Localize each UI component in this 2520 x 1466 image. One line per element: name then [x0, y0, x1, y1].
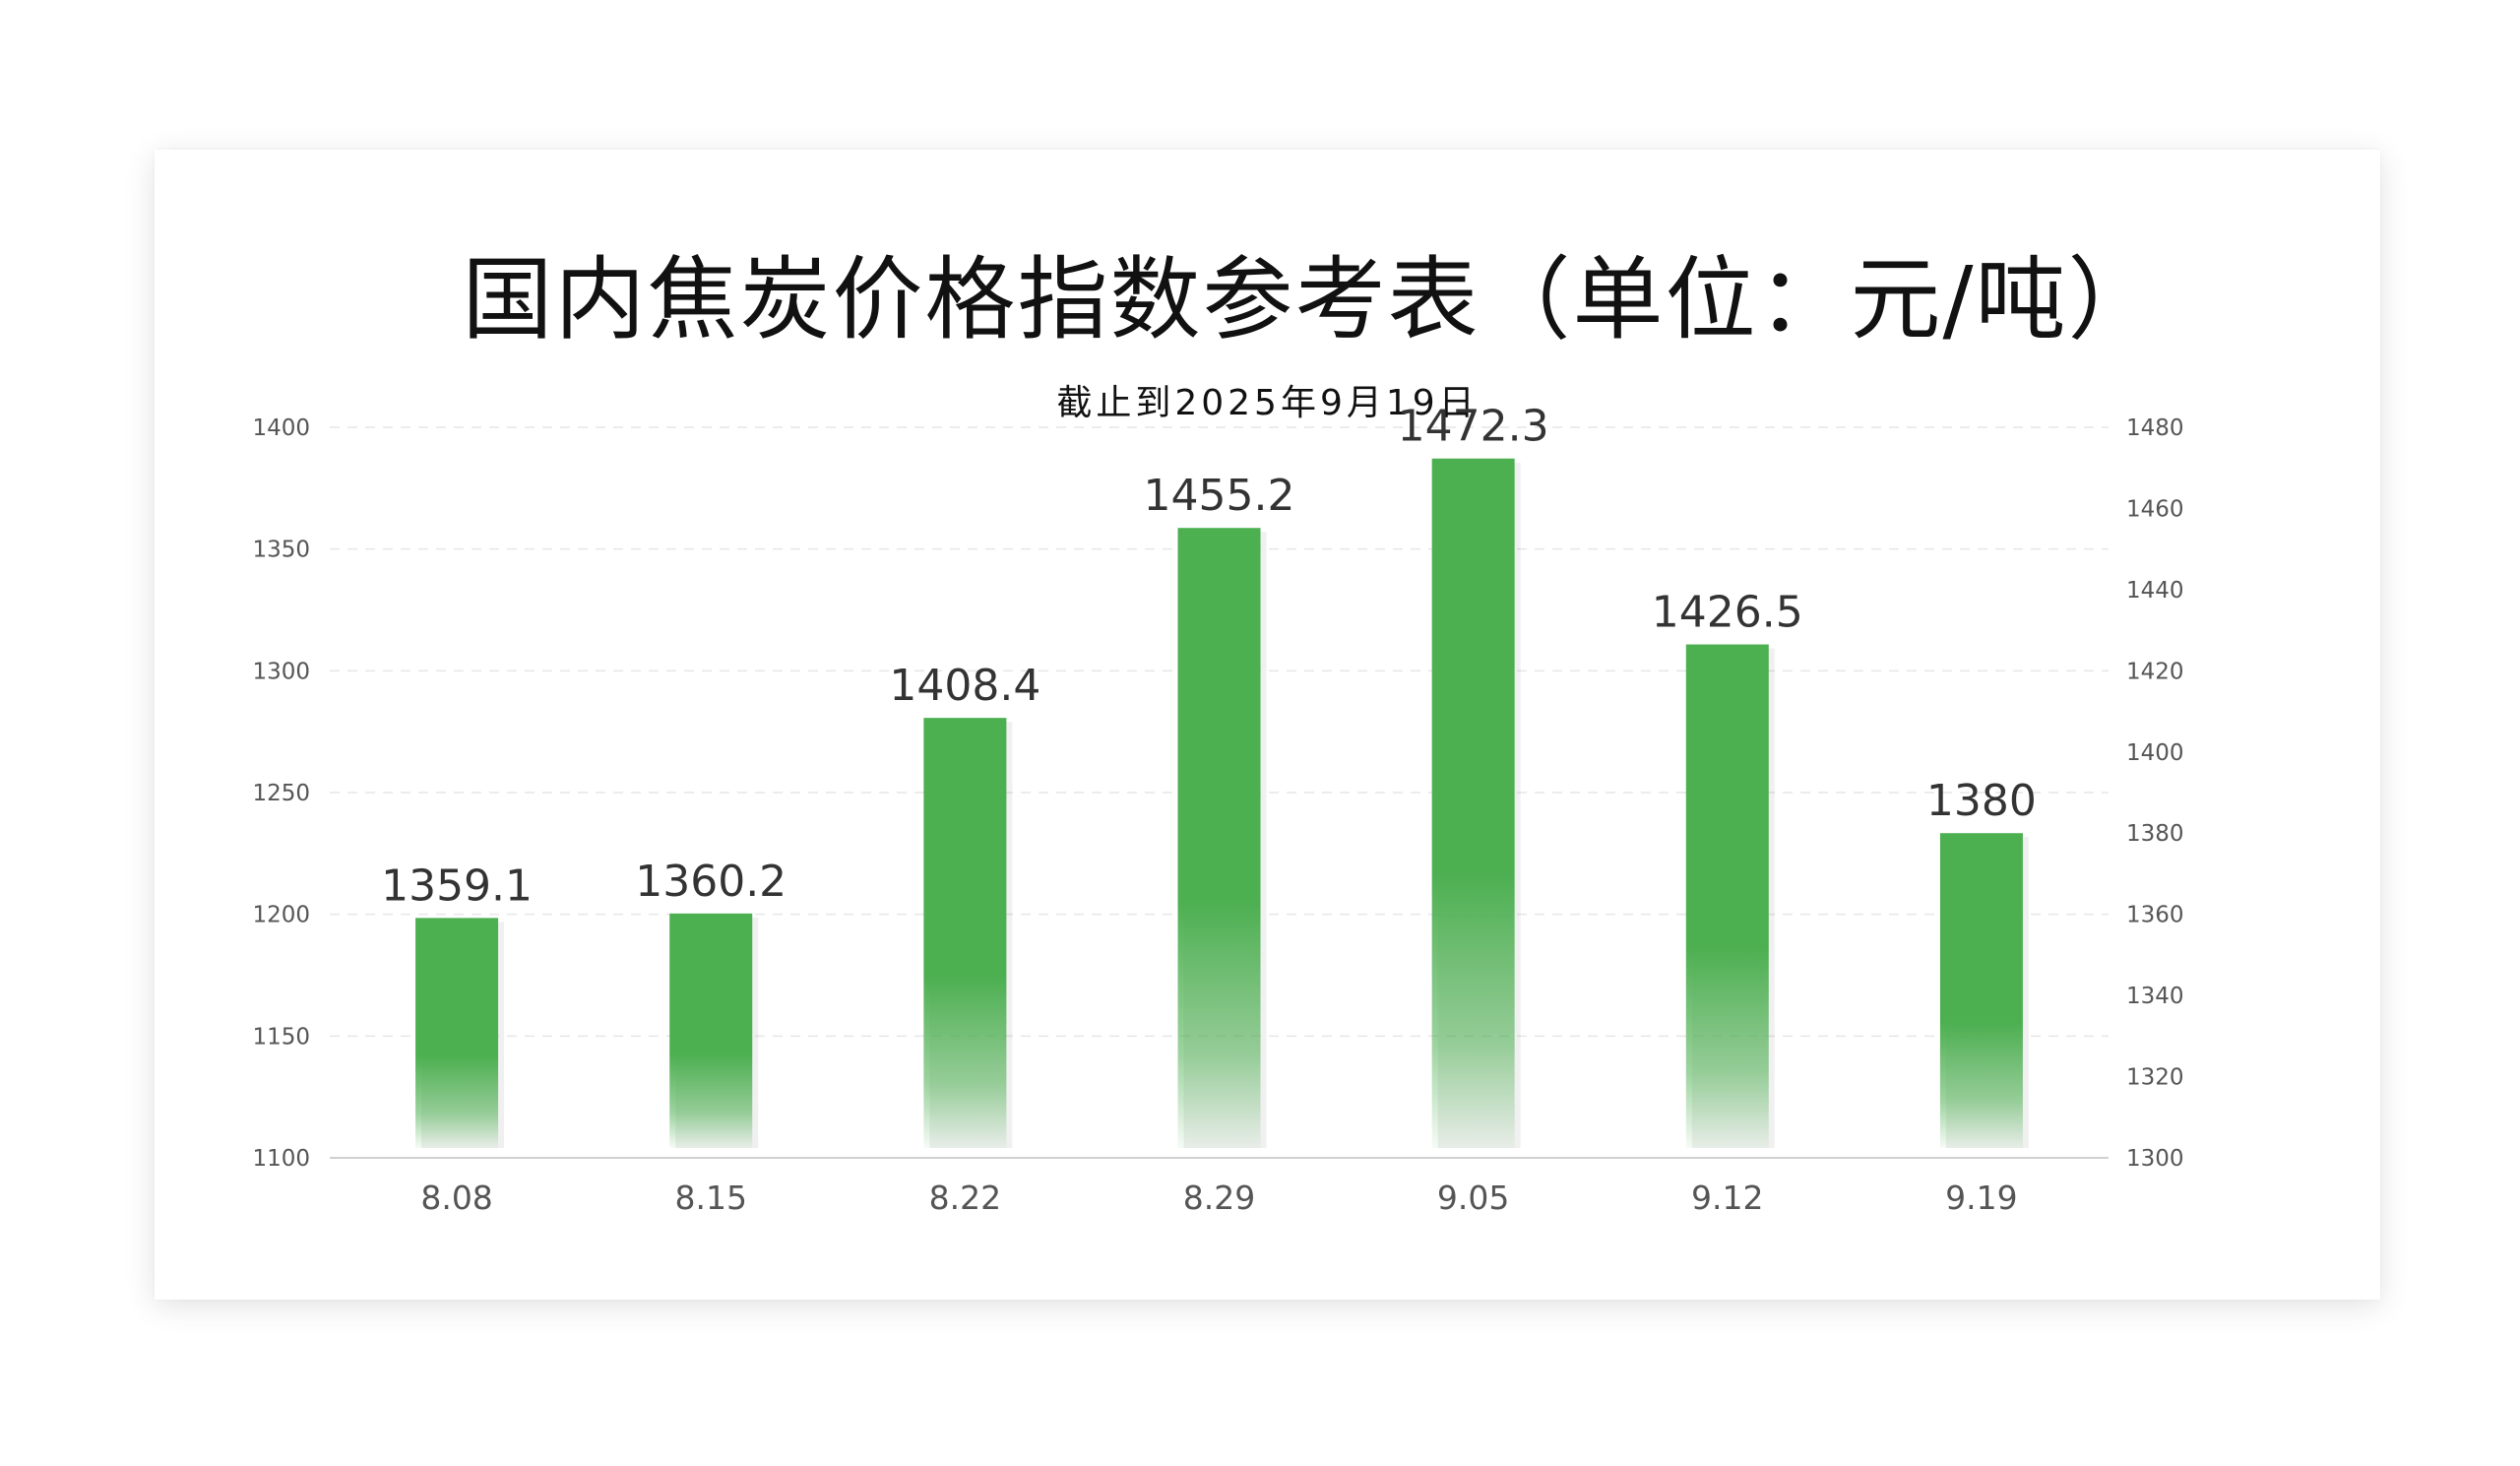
x-tick-label: 9.05 [1437, 1179, 1509, 1217]
data-label: 1360.2 [635, 857, 787, 907]
x-tick-label: 9.12 [1691, 1179, 1763, 1217]
y-right-tick-label: 1480 [2126, 415, 2184, 441]
y-right-tick-label: 1400 [2126, 740, 2184, 766]
x-tick-label: 8.22 [929, 1179, 1001, 1217]
y-right-tick-label: 1440 [2126, 578, 2184, 604]
bar [415, 918, 499, 1148]
data-label: 1426.5 [1652, 588, 1803, 638]
x-tick-label: 8.29 [1183, 1179, 1255, 1217]
y-left-tick-label: 1100 [252, 1146, 310, 1172]
bar [669, 913, 753, 1148]
y-right-tick-label: 1360 [2126, 903, 2184, 928]
y-right-tick-label: 1340 [2126, 984, 2184, 1009]
x-tick-label: 8.15 [674, 1179, 746, 1217]
bar [923, 718, 1007, 1148]
bar [1431, 458, 1515, 1149]
y-right-tick-label: 1420 [2126, 659, 2184, 684]
y-left-tick-label: 1250 [252, 781, 310, 806]
data-label: 1455.2 [1144, 471, 1295, 521]
y-right-tick-label: 1380 [2126, 821, 2184, 847]
y-left-tick-label: 1400 [252, 415, 310, 441]
y-left-tick-label: 1150 [252, 1024, 310, 1050]
x-tick-label: 8.08 [420, 1179, 492, 1217]
y-right-tick-label: 1320 [2126, 1065, 2184, 1091]
y-left-tick-label: 1300 [252, 659, 310, 684]
bar [1939, 833, 2023, 1148]
data-label: 1359.1 [381, 860, 533, 911]
data-label: 1380 [1926, 776, 2037, 826]
x-tick-label: 9.19 [1945, 1179, 2017, 1217]
y-left-tick-label: 1350 [252, 538, 310, 563]
chart-card: 国内焦炭价格指数参考表（单位：元/吨） 截止到2025年9月19日 1100 11… [155, 150, 2380, 1300]
data-label: 1408.4 [889, 661, 1040, 711]
y-left-tick-label: 1200 [252, 903, 310, 928]
data-label: 1472.3 [1398, 402, 1549, 452]
y-right-tick-label: 1300 [2126, 1146, 2184, 1172]
bar [1177, 528, 1261, 1148]
y-right-tick-label: 1460 [2126, 496, 2184, 522]
bar-chart: 1100 1150 1200 1250 1300 1350 1400 1300 1320 1340… [252, 402, 2184, 1217]
bar [1685, 644, 1769, 1148]
